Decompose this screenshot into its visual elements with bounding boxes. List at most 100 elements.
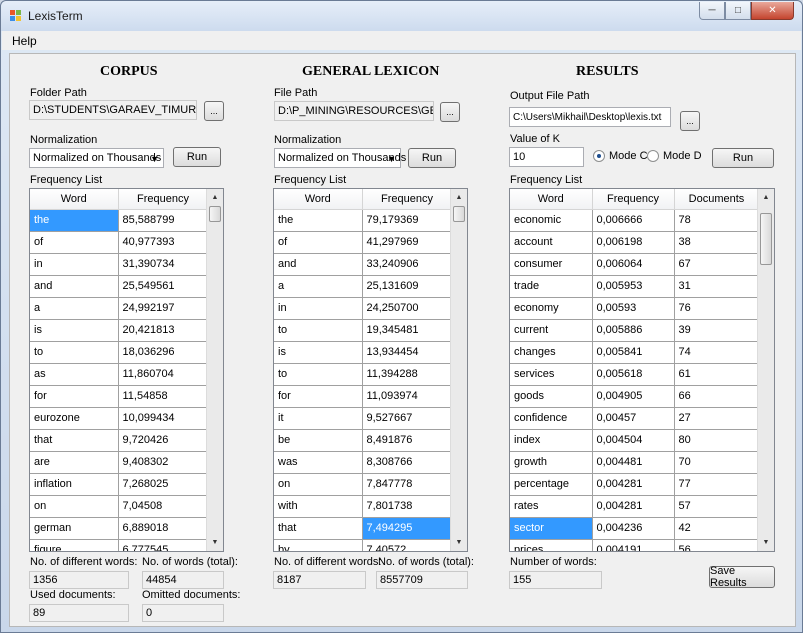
table-cell[interactable]: inflation xyxy=(30,473,119,496)
table-row[interactable]: is 13,934454 xyxy=(274,341,453,364)
table-cell[interactable]: 40,977393 xyxy=(118,231,209,254)
table-row[interactable]: it 9,527667 xyxy=(274,407,453,430)
table-cell[interactable]: 10,099434 xyxy=(118,407,209,430)
table-cell[interactable]: confidence xyxy=(510,407,593,430)
lexicon-run-button[interactable]: Run xyxy=(408,148,456,168)
table-cell[interactable]: 11,860704 xyxy=(118,363,209,386)
table-cell[interactable]: account xyxy=(510,231,593,254)
table-cell[interactable]: 9,527667 xyxy=(362,407,453,430)
table-cell[interactable]: 7,04508 xyxy=(118,495,209,518)
table-cell[interactable]: 80 xyxy=(674,429,760,452)
table-cell[interactable]: 9,408302 xyxy=(118,451,209,474)
table-cell[interactable]: and xyxy=(30,275,119,298)
table-cell[interactable]: 67 xyxy=(674,253,760,276)
table-row[interactable]: of 40,977393 xyxy=(30,231,209,254)
table-cell[interactable]: 78 xyxy=(674,209,760,232)
table-cell[interactable]: with xyxy=(274,495,363,518)
table-row[interactable]: trade 0,005953 31 xyxy=(510,275,760,298)
corpus-normalization-select[interactable]: Normalized on Thousands ▼ xyxy=(29,148,164,168)
corpus-frequency-grid[interactable]: Word Frequency the 85,588799 of 40,977393 in 3… xyxy=(29,188,224,552)
corpus-browse-button[interactable]: ... xyxy=(204,101,224,121)
table-row[interactable]: in 31,390734 xyxy=(30,253,209,276)
table-row[interactable]: confidence 0,00457 27 xyxy=(510,407,760,430)
table-row[interactable]: on 7,847778 xyxy=(274,473,453,496)
table-cell[interactable]: services xyxy=(510,363,593,386)
table-cell[interactable]: 24,992197 xyxy=(118,297,209,320)
table-row[interactable]: to 19,345481 xyxy=(274,319,453,342)
table-cell[interactable]: 0,006666 xyxy=(592,209,675,232)
table-cell[interactable]: for xyxy=(30,385,119,408)
title-bar[interactable]: LexisTerm ─ □ ✕ xyxy=(1,1,802,31)
table-row[interactable]: consumer 0,006064 67 xyxy=(510,253,760,276)
table-row[interactable]: in 24,250700 xyxy=(274,297,453,320)
table-cell[interactable]: 7,40572 xyxy=(362,539,453,551)
table-row[interactable]: as 11,860704 xyxy=(30,363,209,386)
table-row[interactable]: rates 0,004281 57 xyxy=(510,495,760,518)
table-row[interactable]: changes 0,005841 74 xyxy=(510,341,760,364)
table-cell[interactable]: 79,179369 xyxy=(362,209,453,232)
file-path-input[interactable]: D:\P_MINING\RESOURCES\GENER xyxy=(274,101,434,121)
table-row[interactable]: to 11,394288 xyxy=(274,363,453,386)
table-row[interactable]: economic 0,006666 78 xyxy=(510,209,760,232)
table-cell[interactable]: was xyxy=(274,451,363,474)
table-cell[interactable]: 56 xyxy=(674,539,760,551)
scroll-thumb[interactable] xyxy=(209,206,221,222)
table-cell[interactable]: 57 xyxy=(674,495,760,518)
table-cell[interactable]: rates xyxy=(510,495,593,518)
table-cell[interactable]: that xyxy=(274,517,363,540)
table-cell[interactable]: the xyxy=(274,209,363,232)
table-row[interactable]: a 24,992197 xyxy=(30,297,209,320)
table-cell[interactable]: 13,934454 xyxy=(362,341,453,364)
table-row[interactable]: services 0,005618 61 xyxy=(510,363,760,386)
scroll-up-icon[interactable]: ▲ xyxy=(451,189,467,206)
table-cell[interactable]: 8,491876 xyxy=(362,429,453,452)
table-cell[interactable]: to xyxy=(274,319,363,342)
scroll-down-icon[interactable]: ▼ xyxy=(207,534,223,551)
table-cell[interactable]: 0,004905 xyxy=(592,385,675,408)
table-cell[interactable]: to xyxy=(274,363,363,386)
table-cell[interactable]: 0,004504 xyxy=(592,429,675,452)
table-cell[interactable]: 7,801738 xyxy=(362,495,453,518)
table-cell[interactable]: 6,777545 xyxy=(118,539,209,551)
table-row[interactable]: to 18,036296 xyxy=(30,341,209,364)
table-row[interactable]: the 79,179369 xyxy=(274,209,453,232)
column-header[interactable]: Documents xyxy=(674,189,760,210)
corpus-run-button[interactable]: Run xyxy=(173,147,221,167)
table-cell[interactable]: 11,093974 xyxy=(362,385,453,408)
table-cell[interactable]: growth xyxy=(510,451,593,474)
table-cell[interactable]: is xyxy=(274,341,363,364)
table-cell[interactable]: 0,006198 xyxy=(592,231,675,254)
scroll-down-icon[interactable]: ▼ xyxy=(758,534,774,551)
table-cell[interactable]: 0,004281 xyxy=(592,495,675,518)
table-cell[interactable]: consumer xyxy=(510,253,593,276)
table-cell[interactable]: 74 xyxy=(674,341,760,364)
table-cell[interactable]: of xyxy=(30,231,119,254)
mode-d-radio[interactable]: Mode D xyxy=(647,150,702,162)
table-cell[interactable]: sector xyxy=(510,517,593,540)
table-cell[interactable]: on xyxy=(30,495,119,518)
table-cell[interactable]: be xyxy=(274,429,363,452)
table-cell[interactable]: percentage xyxy=(510,473,593,496)
table-row[interactable]: account 0,006198 38 xyxy=(510,231,760,254)
table-cell[interactable]: by xyxy=(274,539,363,551)
table-row[interactable]: was 8,308766 xyxy=(274,451,453,474)
table-row[interactable]: current 0,005886 39 xyxy=(510,319,760,342)
table-cell[interactable]: 41,297969 xyxy=(362,231,453,254)
table-cell[interactable]: prices xyxy=(510,539,593,551)
scroll-down-icon[interactable]: ▼ xyxy=(451,534,467,551)
results-browse-button[interactable]: ... xyxy=(680,111,700,131)
table-cell[interactable]: changes xyxy=(510,341,593,364)
table-cell[interactable]: 38 xyxy=(674,231,760,254)
table-cell[interactable]: 24,250700 xyxy=(362,297,453,320)
table-cell[interactable]: 76 xyxy=(674,297,760,320)
column-header[interactable]: Frequency xyxy=(362,189,453,210)
table-cell[interactable]: 0,005886 xyxy=(592,319,675,342)
table-cell[interactable]: 0,004481 xyxy=(592,451,675,474)
table-row[interactable]: that 7,494295 xyxy=(274,517,453,540)
table-cell[interactable]: 70 xyxy=(674,451,760,474)
table-cell[interactable]: 85,588799 xyxy=(118,209,209,232)
table-row[interactable]: percentage 0,004281 77 xyxy=(510,473,760,496)
table-cell[interactable]: a xyxy=(274,275,363,298)
table-row[interactable]: be 8,491876 xyxy=(274,429,453,452)
column-header[interactable]: Word xyxy=(274,189,363,210)
